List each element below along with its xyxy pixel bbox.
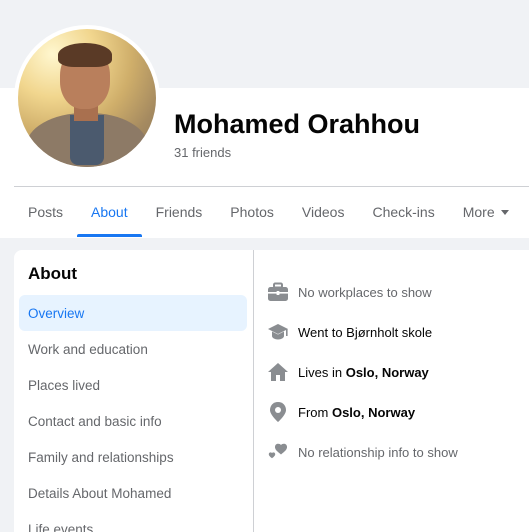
overview-relationship-row: No relationship info to show bbox=[266, 432, 526, 472]
tab-label: Photos bbox=[230, 204, 274, 220]
briefcase-icon bbox=[266, 280, 290, 304]
overview-list: No workplaces to show Went to Bjørnholt … bbox=[266, 272, 526, 472]
location-pin-icon bbox=[266, 400, 290, 424]
about-nav-contact-info[interactable]: Contact and basic info bbox=[19, 403, 247, 439]
graduation-cap-icon bbox=[266, 320, 290, 344]
profile-avatar[interactable] bbox=[18, 29, 156, 167]
about-title: About bbox=[28, 264, 78, 283]
tab-check-ins[interactable]: Check-ins bbox=[358, 187, 448, 237]
overview-from-prefix: From bbox=[298, 404, 329, 420]
tab-label: Friends bbox=[155, 204, 203, 220]
about-nav-life-events[interactable]: Life events bbox=[19, 511, 247, 532]
overview-from-place[interactable]: Oslo, Norway bbox=[332, 405, 415, 420]
nav-label: Contact and basic info bbox=[28, 413, 162, 429]
about-nav-family[interactable]: Family and relationships bbox=[19, 439, 247, 475]
profile-name[interactable]: Mohamed Orahhou bbox=[174, 109, 420, 140]
overview-education-text: Went to Bjørnholt skole bbox=[298, 324, 433, 340]
overview-relationship-text: No relationship info to show bbox=[298, 444, 458, 460]
nav-label: Details About Mohamed bbox=[28, 485, 172, 501]
overview-lives-row: Lives in Oslo, Norway bbox=[266, 352, 526, 392]
tab-more[interactable]: More bbox=[449, 187, 523, 237]
nav-label: Overview bbox=[28, 305, 85, 321]
nav-label: Family and relationships bbox=[28, 449, 174, 465]
tab-about[interactable]: About bbox=[77, 187, 142, 237]
caret-down-icon bbox=[500, 209, 509, 215]
about-nav-places-lived[interactable]: Places lived bbox=[19, 367, 247, 403]
about-nav-work-and-education[interactable]: Work and education bbox=[19, 331, 247, 367]
about-nav: Overview Work and education Places lived… bbox=[19, 295, 247, 532]
avatar-hair-shape bbox=[58, 43, 112, 67]
tab-label: About bbox=[91, 204, 128, 220]
nav-label: Places lived bbox=[28, 377, 101, 393]
overview-education-row: Went to Bjørnholt skole bbox=[266, 312, 526, 352]
tab-friends[interactable]: Friends bbox=[142, 187, 217, 237]
tab-posts[interactable]: Posts bbox=[14, 187, 77, 237]
tab-label: Posts bbox=[28, 204, 64, 220]
overview-lives-prefix: Lives in bbox=[298, 364, 343, 380]
about-overview-panel: No workplaces to show Went to Bjørnholt … bbox=[253, 250, 529, 532]
tab-photos[interactable]: Photos bbox=[216, 187, 288, 237]
hearts-icon bbox=[266, 440, 290, 464]
nav-label: Life events bbox=[28, 521, 94, 532]
about-nav-overview[interactable]: Overview bbox=[19, 295, 247, 331]
friends-count[interactable]: 31 friends bbox=[174, 145, 231, 160]
tab-label: More bbox=[462, 204, 495, 220]
overview-work-text: No workplaces to show bbox=[298, 284, 432, 300]
tab-label: Videos bbox=[301, 204, 345, 220]
tab-label: Check-ins bbox=[372, 204, 435, 220]
about-nav-details[interactable]: Details About Mohamed bbox=[19, 475, 247, 511]
home-icon bbox=[266, 360, 290, 384]
overview-from-row: From Oslo, Norway bbox=[266, 392, 526, 432]
overview-lives-place[interactable]: Oslo, Norway bbox=[346, 365, 429, 380]
tab-videos[interactable]: Videos bbox=[288, 187, 359, 237]
nav-label: Work and education bbox=[28, 341, 148, 357]
about-sidebar: About Overview Work and education Places… bbox=[14, 250, 253, 532]
overview-work-row: No workplaces to show bbox=[266, 272, 526, 312]
profile-tabs: Posts About Friends Photos Videos Check-… bbox=[14, 187, 523, 237]
avatar-shirt-shape bbox=[70, 115, 104, 165]
